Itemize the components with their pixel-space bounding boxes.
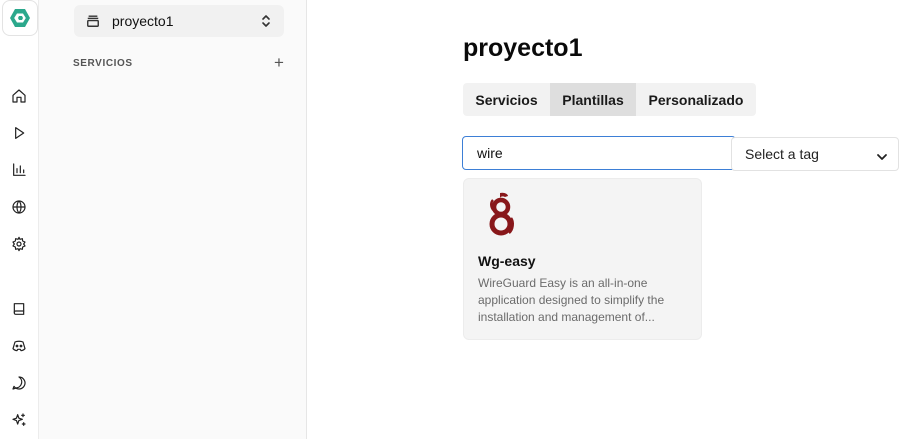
project-sidebar: proyecto1 SERVICIOS + — [39, 0, 307, 439]
tab-plantillas[interactable]: Plantillas — [550, 83, 636, 116]
template-name: Wg-easy — [478, 253, 536, 269]
template-card[interactable]: Wg-easy WireGuard Easy is an all-in-one … — [463, 178, 702, 340]
icon-rail — [0, 0, 39, 439]
tab-servicios[interactable]: Servicios — [463, 83, 550, 116]
play-icon[interactable] — [9, 123, 29, 143]
page-title: proyecto1 — [463, 34, 583, 62]
chevron-down-icon — [876, 149, 888, 160]
template-tabs: Servicios Plantillas Personalizado — [463, 83, 756, 116]
chevron-up-down-icon — [260, 14, 272, 28]
project-stack-icon — [86, 14, 100, 28]
add-service-button[interactable]: + — [272, 54, 286, 72]
wireguard-dragon-icon — [484, 190, 518, 240]
discord-icon[interactable] — [9, 336, 29, 356]
globe-icon[interactable] — [9, 197, 29, 217]
book-icon[interactable] — [9, 299, 29, 319]
tab-personalizado[interactable]: Personalizado — [636, 83, 756, 116]
gear-icon[interactable] — [9, 234, 29, 254]
chart-icon[interactable] — [9, 160, 29, 180]
template-search-input[interactable] — [462, 136, 736, 170]
sparkles-icon[interactable] — [9, 410, 29, 430]
chat-icon[interactable] — [9, 373, 29, 393]
template-description: WireGuard Easy is an all-in-one applicat… — [478, 276, 665, 324]
project-selector[interactable]: proyecto1 — [74, 5, 284, 37]
home-icon[interactable] — [9, 86, 29, 106]
tag-select-label: Select a tag — [745, 146, 819, 162]
app-logo-icon[interactable] — [2, 0, 38, 36]
tag-select[interactable]: Select a tag — [731, 137, 899, 171]
services-section-label: SERVICIOS — [73, 58, 133, 69]
project-name: proyecto1 — [112, 13, 174, 29]
